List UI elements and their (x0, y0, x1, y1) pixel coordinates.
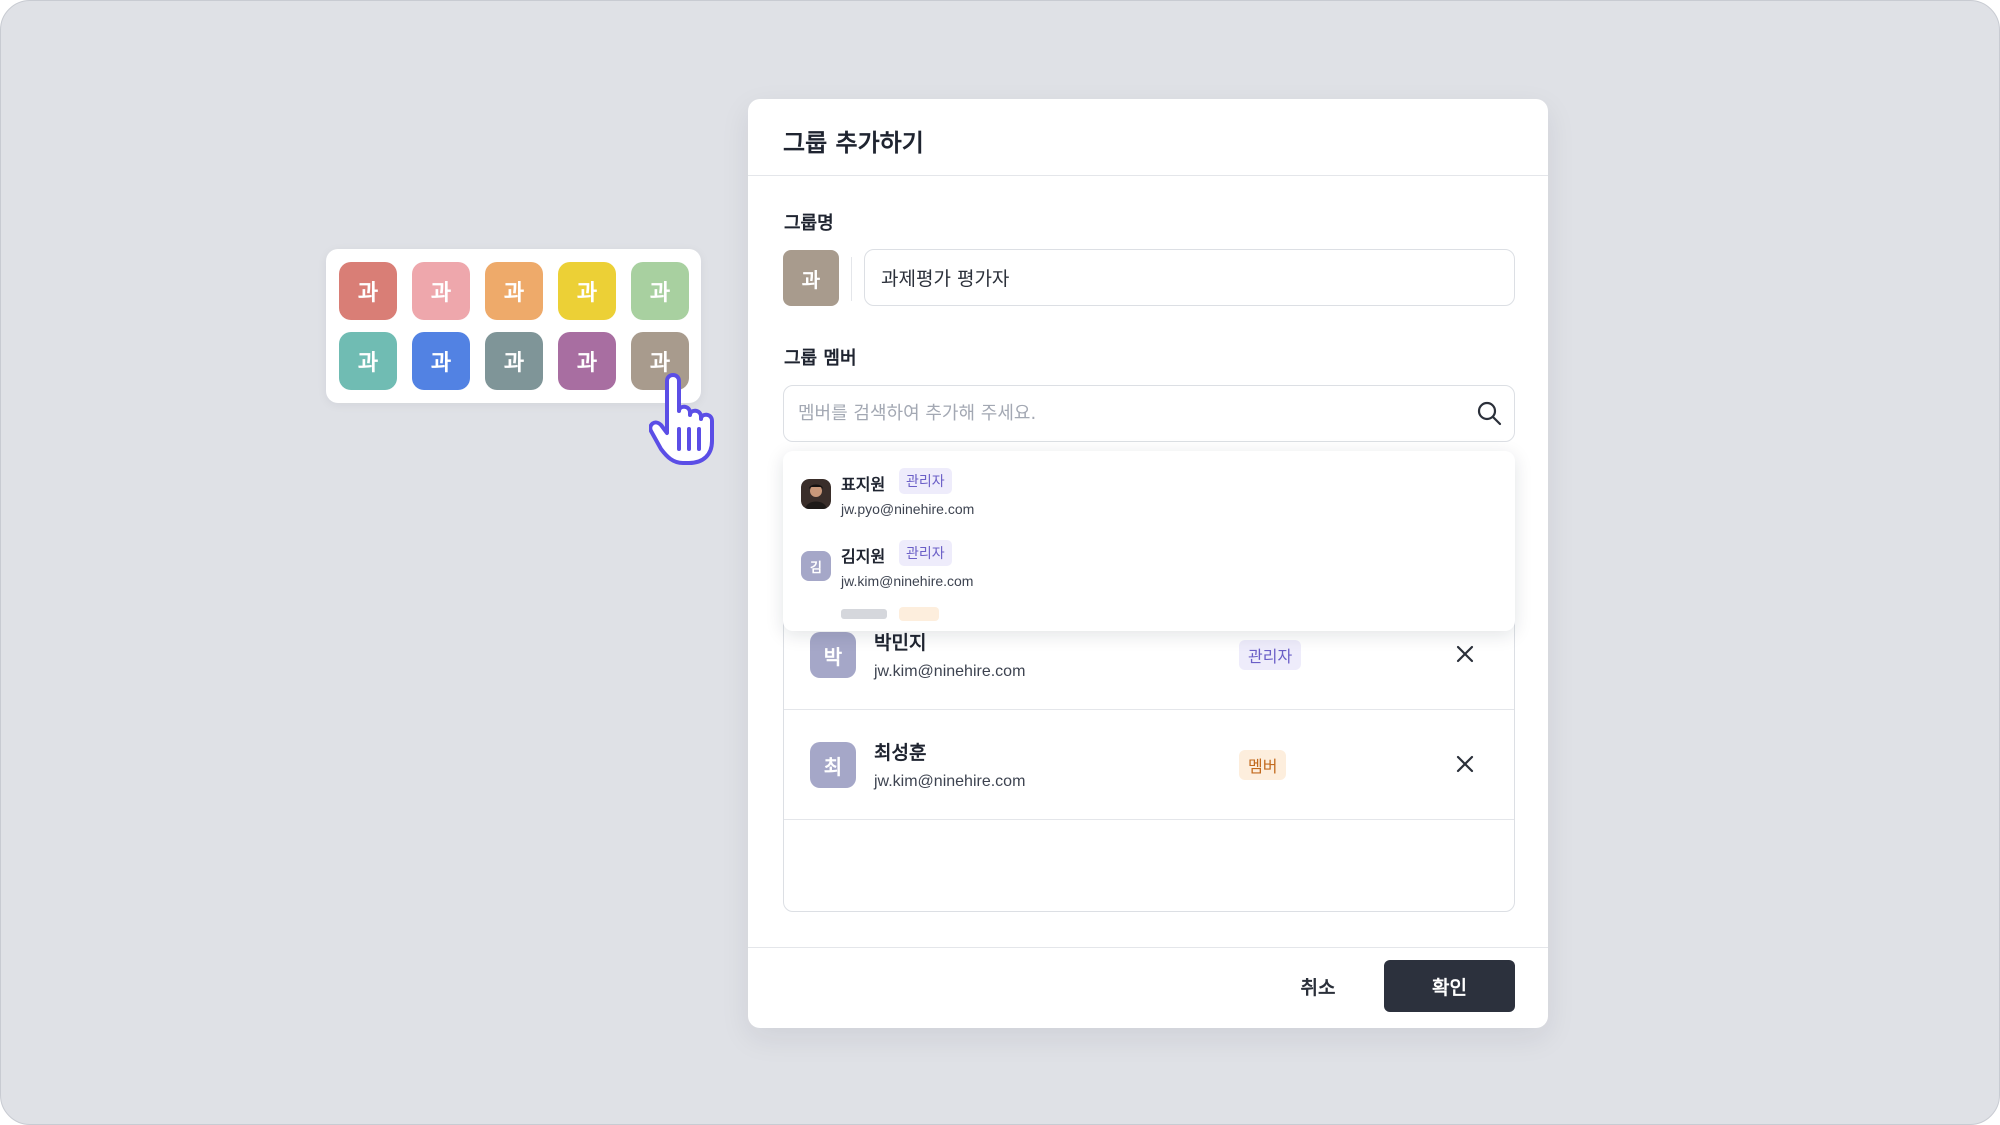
avatar: 김 (801, 551, 831, 581)
dropdown-item-name: 김지원 (841, 547, 886, 566)
dropdown-item[interactable]: 표지원 관리자 jw.pyo@ninehire.com (783, 451, 1515, 523)
close-icon[interactable] (1452, 751, 1478, 777)
color-swatch-2[interactable]: 과 (412, 262, 470, 320)
dropdown-item-email: jw.pyo@ninehire.com (841, 501, 975, 517)
user-photo-avatar (801, 479, 831, 509)
color-swatch-8[interactable]: 과 (485, 332, 543, 390)
color-palette: 과 과 과 과 과 과 과 과 과 과 (326, 249, 701, 403)
search-icon[interactable] (1476, 400, 1502, 426)
member-email: jw.kim@ninehire.com (874, 663, 1026, 680)
color-swatch-4[interactable]: 과 (558, 262, 616, 320)
swatch-glyph: 과 (503, 351, 525, 376)
avatar: 박 (810, 632, 856, 678)
color-swatch-3[interactable]: 과 (485, 262, 543, 320)
group-members-label: 그룹 멤버 (784, 348, 857, 369)
swatch-glyph: 과 (576, 351, 598, 376)
modal-title: 그룹 추가하기 (783, 129, 924, 157)
swatch-glyph: 과 (430, 351, 452, 376)
dropdown-item[interactable]: 김 김지원 관리자 jw.kim@ninehire.com (783, 523, 1515, 595)
role-badge: 관리자 (1239, 640, 1302, 670)
swatch-glyph: 과 (357, 281, 379, 306)
color-swatch-9[interactable]: 과 (558, 332, 616, 390)
color-swatch-1[interactable]: 과 (339, 262, 397, 320)
group-name-input[interactable] (864, 249, 1515, 306)
color-swatch-6[interactable]: 과 (339, 332, 397, 390)
group-icon-picker[interactable]: 과 (783, 250, 839, 306)
dropdown-item-name-clipped (841, 609, 887, 619)
member-name: 최성훈 (874, 742, 927, 764)
swatch-glyph: 과 (503, 281, 525, 306)
swatch-glyph: 과 (649, 281, 671, 306)
color-swatch-5[interactable]: 과 (631, 262, 689, 320)
dropdown-item-name: 표지원 (841, 475, 886, 494)
member-row: 최 최성훈 jw.kim@ninehire.com 멤버 (784, 710, 1514, 820)
modal-header: 그룹 추가하기 (748, 99, 1548, 176)
group-icon-glyph: 과 (801, 267, 821, 292)
hand-pointer-icon (649, 373, 714, 465)
swatch-glyph: 과 (576, 281, 598, 306)
role-badge: 관리자 (899, 540, 952, 566)
avatar: 최 (810, 742, 856, 788)
member-email: jw.kim@ninehire.com (874, 773, 1026, 790)
modal-footer: 취소 확인 (748, 947, 1548, 1028)
dropdown-item-partial[interactable] (783, 595, 1515, 631)
canvas-background: 과 과 과 과 과 과 과 과 과 과 그룹 추가하기 그룹명 과 그룹 멤버 (0, 0, 2000, 1125)
close-icon[interactable] (1452, 641, 1478, 667)
swatch-glyph: 과 (357, 351, 379, 376)
dropdown-item-email: jw.kim@ninehire.com (841, 573, 974, 589)
role-badge: 관리자 (899, 468, 952, 494)
color-swatch-7[interactable]: 과 (412, 332, 470, 390)
role-badge: 멤버 (1239, 750, 1287, 780)
confirm-button[interactable]: 확인 (1384, 960, 1515, 1012)
member-name: 박민지 (874, 632, 927, 654)
member-search-dropdown: 표지원 관리자 jw.pyo@ninehire.com 김 김지원 관리자 jw… (783, 451, 1515, 631)
member-search-input[interactable] (798, 386, 1448, 440)
swatch-glyph: 과 (430, 281, 452, 306)
cancel-button[interactable]: 취소 (1288, 960, 1348, 1012)
group-name-label: 그룹명 (784, 213, 834, 234)
member-search-field[interactable] (783, 385, 1515, 442)
member-list: 박 박민지 jw.kim@ninehire.com 관리자 최 최성훈 jw.k… (783, 599, 1515, 912)
role-badge-clipped (899, 607, 939, 621)
divider (851, 257, 852, 301)
